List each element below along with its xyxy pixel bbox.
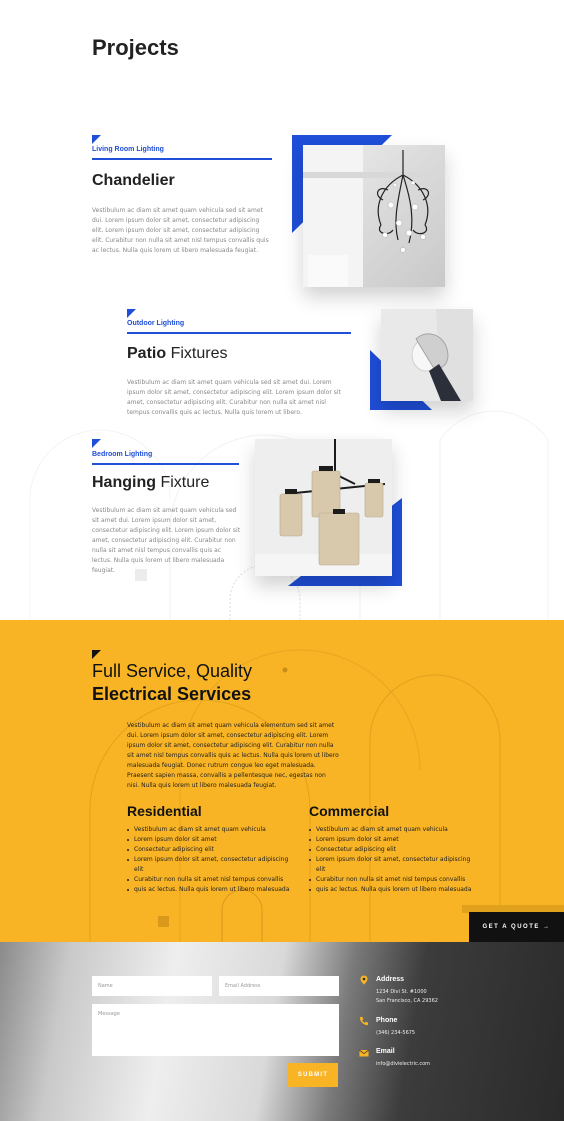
project-title: Chandelier <box>92 172 175 190</box>
address-line1: 1234 Divi St. #1000 <box>376 989 427 995</box>
name-field[interactable]: Name <box>92 976 212 996</box>
list-item: Vestibulum ac diam sit amet quam vehicul… <box>309 825 479 835</box>
project-title-bold: Chandelier <box>92 172 175 189</box>
list-item: Lorem ipsum dolor sit amet, consectetur … <box>127 855 297 875</box>
residential-list: Vestibulum ac diam sit amet quam vehicul… <box>127 825 297 895</box>
list-item: Curabitur non nulla sit amet nisl tempus… <box>127 875 297 885</box>
email-field[interactable]: Email Address <box>219 976 339 996</box>
submit-button[interactable]: SUBMIT <box>288 1063 338 1087</box>
services-description: Vestibulum ac diam sit amet quam vehicul… <box>127 722 339 789</box>
email-label: Email <box>376 1048 395 1055</box>
project-title-bold: Patio <box>127 345 167 362</box>
patio-fixture-photo <box>381 309 473 401</box>
hanging-fixture-photo <box>255 439 392 576</box>
residential-title: Residential <box>127 803 202 819</box>
list-item: quis ac lectus. Nulla quis lorem ut libe… <box>127 885 297 895</box>
envelope-icon <box>359 1049 369 1057</box>
page-title: Projects <box>92 35 179 60</box>
project-category: Bedroom Lighting <box>92 451 153 458</box>
project-description: Vestibulum ac diam sit amet quam vehicul… <box>127 379 341 416</box>
phone-label: Phone <box>376 1017 398 1024</box>
category-underline <box>127 332 351 334</box>
list-item: quis ac lectus. Nulla quis lorem ut libe… <box>309 885 479 895</box>
hanging-fixture-illustration <box>255 439 392 576</box>
list-item: Lorem ipsum dolor sit amet <box>309 835 479 845</box>
services-title-line1: Full Service, Quality <box>92 661 253 681</box>
project-description: Vestibulum ac diam sit amet quam vehicul… <box>92 207 269 254</box>
commercial-title: Commercial <box>309 803 390 819</box>
list-item: Vestibulum ac diam sit amet quam vehicul… <box>127 825 297 835</box>
project-title-light: Fixture <box>160 474 210 491</box>
address-line2: San Francisco, CA 29362 <box>376 998 438 1004</box>
project-title-bold: Hanging <box>92 474 156 491</box>
chandelier-illustration <box>303 145 445 287</box>
list-item: Consectetur adipiscing elit <box>309 845 479 855</box>
phone-value: (346) 234-5675 <box>376 1030 416 1036</box>
email-value: info@divielectric.com <box>376 1061 431 1067</box>
project-category: Living Room Lighting <box>92 146 164 153</box>
project-description: Vestibulum ac diam sit amet quam vehicul… <box>92 507 241 574</box>
decorative-square <box>135 569 147 581</box>
project-title: Hanging Fixture <box>92 474 209 492</box>
corner-marker <box>127 309 136 318</box>
category-underline <box>92 463 239 465</box>
project-title-light: Fixtures <box>170 345 228 362</box>
category-underline <box>92 158 272 160</box>
patio-illustration <box>381 309 473 401</box>
get-quote-button[interactable]: GET A QUOTE → <box>469 912 564 942</box>
phone-icon <box>359 1017 368 1026</box>
list-item: Curabitur non nulla sit amet nisl tempus… <box>309 875 479 885</box>
services-title-line2: Electrical Services <box>92 684 252 704</box>
message-field[interactable]: Message <box>92 1004 339 1056</box>
list-item: Consectetur adipiscing elit <box>127 845 297 855</box>
chandelier-photo <box>303 145 445 287</box>
corner-marker <box>92 650 101 659</box>
corner-marker <box>92 135 101 144</box>
location-pin-icon <box>360 975 368 985</box>
address-label: Address <box>376 976 405 983</box>
corner-marker <box>92 439 101 448</box>
list-item: Lorem ipsum dolor sit amet, consectetur … <box>309 855 479 875</box>
project-title: Patio Fixtures <box>127 345 227 363</box>
commercial-list: Vestibulum ac diam sit amet quam vehicul… <box>309 825 479 895</box>
project-category: Outdoor Lighting <box>127 320 185 327</box>
list-item: Lorem ipsum dolor sit amet <box>127 835 297 845</box>
